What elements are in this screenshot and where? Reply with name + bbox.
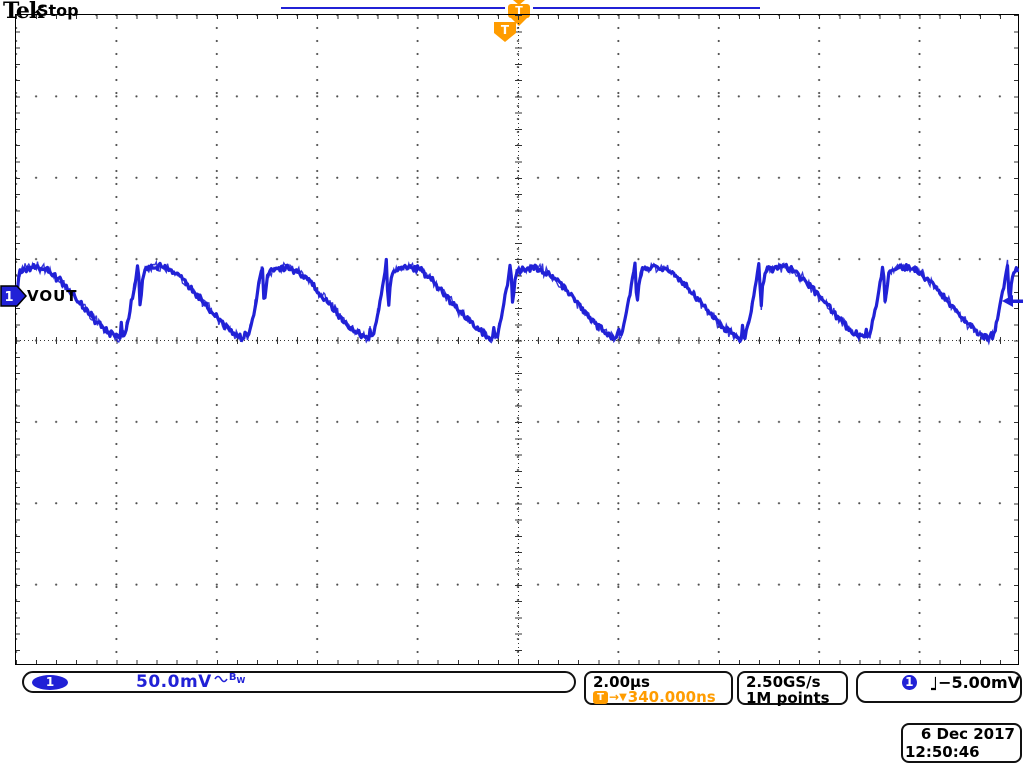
bandwidth-limit-icon: BW	[229, 672, 245, 685]
date-value: 6 Dec 2017	[903, 725, 1020, 743]
ch1-marker-number: 1	[4, 290, 13, 305]
record-view-bar-left	[281, 7, 505, 9]
datetime-box: 6 Dec 2017 12:50:46	[901, 723, 1022, 763]
trigger-source-badge: 1	[902, 675, 917, 690]
ch1-readout-box: 1 50.0mV BW	[22, 671, 576, 693]
ch1-scale: 50.0mV	[136, 672, 212, 692]
record-view-bar-right	[533, 7, 760, 9]
trigger-level-value: −5.00mV	[938, 675, 1020, 691]
acquisition-readout-box: 2.50GS/s 1M points	[737, 671, 848, 705]
ch1-badge: 1	[32, 675, 68, 690]
trigger-readout-box: 1 −5.00mV	[856, 671, 1022, 703]
trigger-delay-value: 340.000ns	[628, 690, 716, 705]
trigger-level-arrow	[1001, 293, 1023, 309]
record-length: 1M points	[746, 690, 846, 706]
ac-coupling-icon	[214, 674, 228, 684]
oscilloscope-screen: Tek Stop T T 1 VOUT 1 50.0mV	[0, 0, 1024, 768]
ch1-position-marker: 1	[0, 283, 28, 309]
time-value: 12:50:46	[903, 743, 1020, 761]
rising-edge-icon	[929, 676, 936, 691]
triangle-down-icon: ▼	[619, 690, 627, 705]
horizontal-readout-box: 2.00µs T → ▼ 340.000ns	[584, 671, 733, 705]
ch1-label: VOUT	[27, 287, 78, 305]
trigger-flag-label: T	[501, 23, 509, 37]
ch1-waveform	[15, 14, 1019, 665]
right-arrow-icon: →	[609, 690, 619, 705]
trigger-delay-readout: T → ▼ 340.000ns	[593, 690, 731, 705]
trigger-t-badge-small: T	[593, 691, 608, 704]
sample-rate: 2.50GS/s	[746, 674, 846, 690]
